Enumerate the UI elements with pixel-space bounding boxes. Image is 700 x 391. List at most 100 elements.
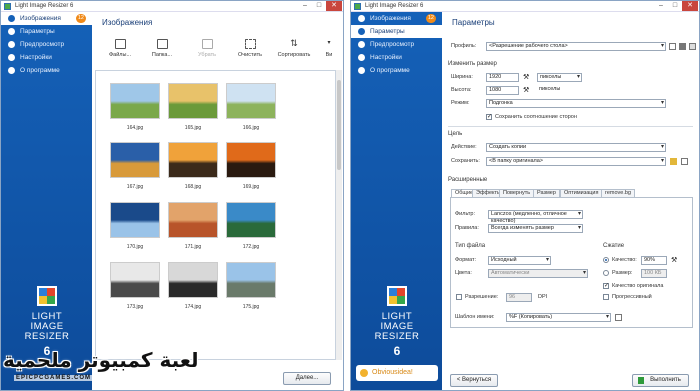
profile-select[interactable]: <Разрешение рабочего стола> — [486, 42, 666, 51]
quality-input[interactable]: 90% — [641, 256, 667, 265]
remove-button[interactable]: Убрать — [187, 38, 227, 58]
nav-item-settings[interactable]: Настройки — [1, 51, 92, 64]
back-button[interactable]: < Вернуться — [450, 374, 498, 387]
image-gallery: 164.jpg 165.jpg 166.jpg 167.jpg 168.jpg 169.j… — [95, 70, 336, 360]
width-unit-select[interactable]: пикселы — [537, 73, 582, 82]
obviousidea-brand[interactable]: Obviousidea! — [356, 365, 438, 381]
nav-item-settings[interactable]: Настройки — [351, 51, 442, 64]
images-icon — [8, 15, 15, 22]
thumbnail-caption: 164.jpg — [126, 125, 144, 131]
image-thumbnail[interactable]: 175.jpg — [226, 262, 276, 310]
mode-select[interactable]: Подгонка — [486, 99, 666, 108]
delete-icon[interactable] — [689, 43, 696, 50]
thumbnail-caption: 172.jpg — [242, 244, 260, 250]
nav-item-about[interactable]: О программе — [351, 64, 442, 77]
image-thumbnail[interactable]: 164.jpg — [110, 83, 160, 131]
nav-item-preview[interactable]: Предпросмотр — [351, 38, 442, 51]
remove-image-icon — [201, 39, 213, 49]
next-button[interactable]: Далее... — [283, 372, 331, 385]
nav-label: О программе — [370, 67, 410, 74]
thumbnail-image — [110, 142, 160, 178]
add-file-icon — [114, 39, 126, 49]
quality-radio[interactable] — [603, 257, 609, 263]
toolbar-label: Папка... — [151, 52, 173, 58]
info-icon[interactable] — [669, 43, 676, 50]
colors-select[interactable]: Автоматически — [488, 269, 588, 278]
resolution-checkbox[interactable] — [456, 294, 462, 300]
image-thumbnail[interactable]: 169.jpg — [226, 142, 276, 190]
thumbnail-image — [168, 202, 218, 238]
thumbnail-caption: 169.jpg — [242, 184, 260, 190]
image-thumbnail[interactable]: 167.jpg — [110, 142, 160, 190]
resolution-label: Разрешение: — [465, 294, 499, 300]
link-ratio-icon[interactable]: ⚒ — [523, 74, 530, 81]
browse-icon[interactable] — [681, 158, 688, 165]
image-thumbnail[interactable]: 172.jpg — [226, 202, 276, 250]
image-thumbnail[interactable]: 166.jpg — [226, 83, 276, 131]
nav-item-about[interactable]: О программе — [1, 64, 92, 77]
nav-item-images[interactable]: Изображения 12 — [351, 12, 442, 25]
parameters-icon — [358, 28, 365, 35]
close-button[interactable]: ✕ — [682, 1, 698, 11]
thumbnail-image — [110, 262, 160, 298]
thumbnail-caption: 167.jpg — [126, 184, 144, 190]
template-select[interactable]: %F (Копировать) — [506, 313, 611, 322]
nav-label: Параметры — [20, 28, 55, 35]
save-to-select[interactable]: <В папку оригинала> — [486, 157, 666, 166]
height-input[interactable]: 1080 — [486, 86, 519, 95]
image-thumbnail[interactable]: 173.jpg — [110, 262, 160, 310]
preview-icon — [8, 41, 15, 48]
size-input[interactable]: 100 КБ — [641, 269, 667, 278]
add-files-button[interactable]: Файлы... — [100, 38, 140, 58]
size-radio[interactable] — [603, 270, 609, 276]
clear-button[interactable]: Очистить — [230, 38, 270, 58]
run-button[interactable]: Выполнить — [632, 374, 689, 387]
keep-ratio-checkbox[interactable]: ✓ — [486, 114, 492, 120]
width-input[interactable]: 1920 — [486, 73, 519, 82]
toolbar-label: Ви — [325, 52, 333, 58]
minimize-button[interactable]: – — [655, 1, 667, 11]
settings-icon — [8, 54, 15, 61]
template-label: Шаблон имени: — [455, 314, 495, 320]
nav-item-preview[interactable]: Предпросмотр — [1, 38, 92, 51]
keep-quality-checkbox[interactable]: ✓ — [603, 283, 609, 289]
slider-icon[interactable]: ⚒ — [671, 257, 678, 264]
close-button[interactable]: ✕ — [326, 1, 342, 11]
maximize-button[interactable]: □ — [313, 1, 325, 11]
progressive-label: Прогрессивный — [612, 294, 652, 300]
format-select[interactable]: Исходный — [488, 256, 551, 265]
nav-item-images[interactable]: Изображения 12 — [1, 12, 92, 25]
nav-item-parameters[interactable]: Параметры — [351, 25, 442, 38]
save-icon[interactable] — [679, 43, 686, 50]
scrollbar-thumb[interactable] — [337, 80, 341, 170]
action-select[interactable]: Создать копии — [486, 143, 666, 152]
thumbnail-image — [226, 202, 276, 238]
gallery-scrollbar[interactable] — [336, 70, 342, 360]
filter-select[interactable]: Lanczos (медленно, отличное качество) — [488, 210, 583, 224]
image-thumbnail[interactable]: 171.jpg — [168, 202, 218, 250]
image-thumbnail[interactable]: 174.jpg — [168, 262, 218, 310]
add-folder-button[interactable]: Папка... — [142, 38, 182, 58]
sort-button[interactable]: ⇅ Сортировать — [274, 38, 314, 59]
page-title: Параметры — [452, 18, 495, 27]
image-count-badge: 12 — [75, 14, 86, 23]
logo-version: 6 — [393, 344, 401, 358]
resolution-input[interactable]: 96 — [506, 293, 532, 302]
nav-item-parameters[interactable]: Параметры — [1, 25, 92, 38]
image-thumbnail[interactable]: 170.jpg — [110, 202, 160, 250]
progressive-checkbox[interactable] — [603, 294, 609, 300]
minimize-button[interactable]: – — [299, 1, 311, 11]
thumbnail-caption: 165.jpg — [184, 125, 202, 131]
edit-template-icon[interactable] — [615, 314, 622, 321]
logo-line: RESIZER — [24, 331, 70, 342]
maximize-button[interactable]: □ — [669, 1, 681, 11]
image-thumbnail[interactable]: 165.jpg — [168, 83, 218, 131]
image-thumbnail[interactable]: 168.jpg — [168, 142, 218, 190]
link-ratio-icon[interactable]: ⚒ — [523, 87, 530, 94]
rules-select[interactable]: Всегда изменять размер — [488, 224, 583, 233]
compression-section-title: Сжатие — [603, 243, 625, 249]
clear-icon — [244, 39, 256, 49]
nav-label: Изображения — [20, 15, 61, 22]
folder-icon[interactable] — [670, 158, 677, 165]
view-button[interactable]: ▾ Ви — [314, 38, 343, 58]
